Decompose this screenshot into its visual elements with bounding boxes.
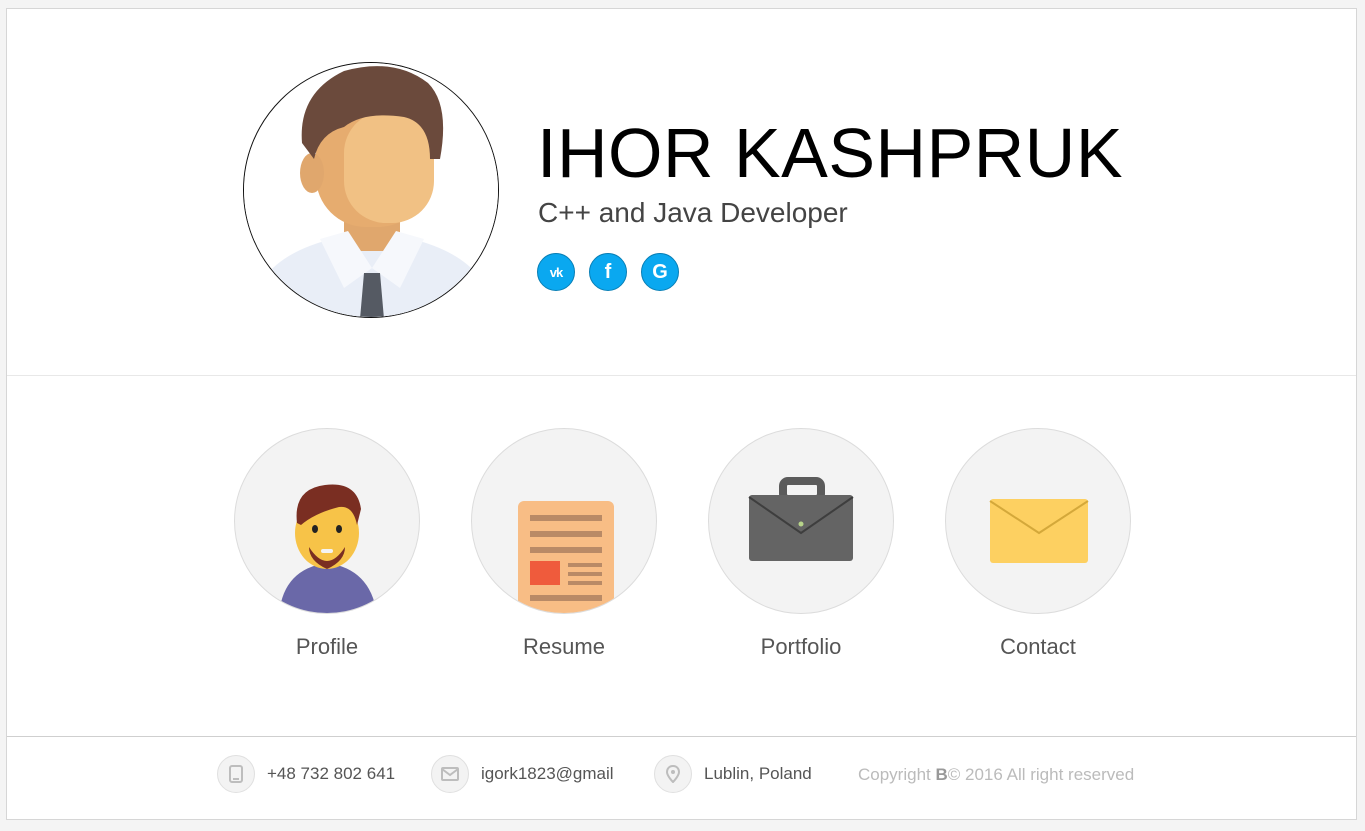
envelope-icon [989, 499, 1089, 563]
briefcase-icon [748, 477, 854, 561]
contact-tile-circle[interactable] [945, 428, 1131, 614]
nav-contact[interactable]: Contact [944, 428, 1132, 660]
social-links: vk f G [537, 253, 679, 291]
location-text: Lublin, Poland [704, 764, 812, 783]
copyright-brand: B [935, 765, 948, 784]
location-pin-icon [654, 755, 692, 793]
portfolio-tile-circle[interactable] [708, 428, 894, 614]
footer-location: Lublin, Poland [654, 755, 812, 793]
nav-resume-label[interactable]: Resume [470, 634, 658, 660]
nav-portfolio[interactable]: Portfolio [707, 428, 895, 660]
phone-text[interactable]: +48 732 802 641 [267, 764, 395, 784]
document-icon [518, 501, 614, 613]
nav-portfolio-label[interactable]: Portfolio [707, 634, 895, 660]
facebook-icon[interactable]: f [589, 253, 627, 291]
mail-icon [431, 755, 469, 793]
footer: +48 732 802 641 igork1823@gmail Lublin, … [7, 736, 1356, 821]
nav-profile-label[interactable]: Profile [233, 634, 421, 660]
vk-icon[interactable]: vk [537, 253, 575, 291]
phone-icon [217, 755, 255, 793]
avatar-illustration [244, 63, 498, 317]
main-card: IHOR KASHPRUK C++ and Java Developer vk … [6, 8, 1357, 820]
person-icon [279, 484, 377, 613]
copyright-suffix: © 2016 All right reserved [947, 765, 1135, 784]
footer-email: igork1823@gmail [431, 755, 614, 793]
nav-contact-label[interactable]: Contact [944, 634, 1132, 660]
navigation-tiles: Profile Resume Portfolio Contact [7, 376, 1356, 736]
nav-resume[interactable]: Resume [470, 428, 658, 660]
nav-profile[interactable]: Profile [233, 428, 421, 660]
copyright-prefix: Copyright [858, 765, 936, 784]
email-text[interactable]: igork1823@gmail [481, 764, 614, 784]
profile-tile-circle[interactable] [234, 428, 420, 614]
footer-phone: +48 732 802 641 [217, 755, 395, 793]
google-icon[interactable]: G [641, 253, 679, 291]
resume-tile-circle[interactable] [471, 428, 657, 614]
copyright: Copyright B© 2016 All right reserved [858, 765, 1134, 785]
header: IHOR KASHPRUK C++ and Java Developer vk … [7, 9, 1356, 376]
profile-name: IHOR KASHPRUK [537, 114, 1124, 192]
profile-role: C++ and Java Developer [538, 197, 848, 228]
avatar [243, 62, 499, 318]
